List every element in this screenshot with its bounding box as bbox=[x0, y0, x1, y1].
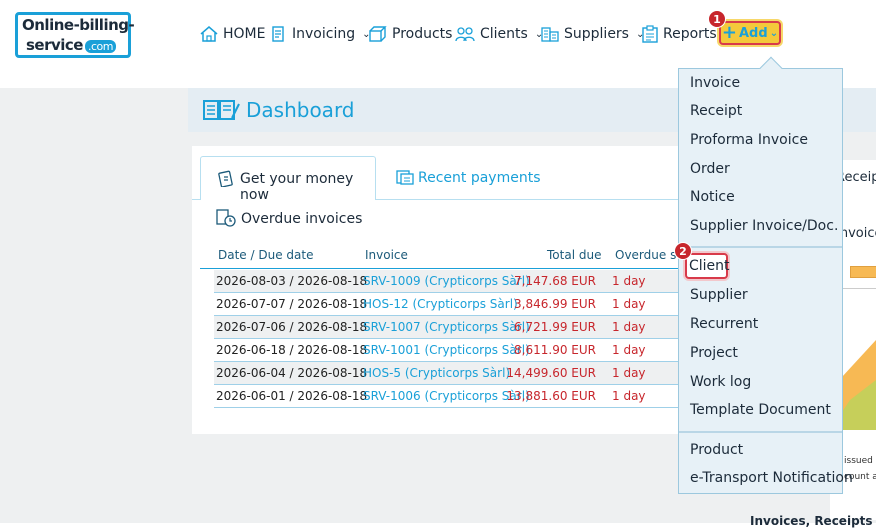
row-total: 3,846.99 EUR bbox=[514, 297, 596, 311]
nav-suppliers[interactable]: Suppliers ⌄ bbox=[541, 22, 644, 46]
home-icon bbox=[200, 26, 218, 42]
nav-home-label: HOME bbox=[223, 26, 266, 42]
tab-recent-payments[interactable]: Recent payments bbox=[418, 170, 541, 186]
payments-icon bbox=[396, 170, 414, 185]
row-total: 7,147.68 EUR bbox=[514, 274, 596, 288]
row-invoice-link[interactable]: SRV-1009 (Crypticorps Sàrl) bbox=[363, 274, 530, 288]
row-total: 6,721.99 EUR bbox=[514, 320, 596, 334]
add-dropdown-menu: Invoice Receipt Proforma Invoice Order N… bbox=[678, 56, 853, 494]
overdue-icon bbox=[216, 209, 236, 227]
row-date: 2026-07-07 / 2026-08-18 bbox=[216, 297, 368, 311]
add-button-label: Add bbox=[739, 25, 768, 41]
products-icon bbox=[369, 26, 387, 42]
menu-item-receipt[interactable]: Receipt bbox=[690, 103, 742, 119]
section-title: Overdue invoices bbox=[241, 211, 363, 227]
row-invoice-link[interactable]: SRV-1006 (Crypticorps Sàrl) bbox=[363, 389, 530, 403]
col-header-date[interactable]: Date / Due date bbox=[218, 248, 313, 262]
table-row: 2026-07-06 / 2026-08-18 SRV-1007 (Crypti… bbox=[214, 316, 680, 339]
menu-item-client[interactable]: Client bbox=[685, 253, 730, 279]
table-row: 2026-08-03 / 2026-08-18 SRV-1009 (Crypti… bbox=[214, 270, 680, 293]
logo-dotcom: .com bbox=[84, 40, 116, 53]
row-invoice-link[interactable]: HOS-12 (Crypticorps Sàrl) bbox=[363, 297, 518, 311]
menu-item-template-document[interactable]: Template Document bbox=[690, 402, 831, 418]
menu-item-e-transport-notification[interactable]: e-Transport Notification bbox=[690, 470, 853, 486]
nav-clients-label: Clients bbox=[480, 26, 528, 42]
clients-icon bbox=[455, 27, 475, 42]
nav-products-label: Products bbox=[392, 26, 453, 42]
menu-item-notice[interactable]: Notice bbox=[690, 189, 735, 205]
col-header-total[interactable]: Total due bbox=[547, 248, 601, 262]
nav-home[interactable]: HOME bbox=[200, 22, 265, 46]
row-overdue: 1 day bbox=[612, 320, 646, 334]
logo-line2: service .com bbox=[26, 36, 116, 54]
menu-item-recurrent[interactable]: Recurrent bbox=[690, 316, 758, 332]
tab-active-label: Get your money now bbox=[240, 171, 354, 203]
row-overdue: 1 day bbox=[612, 274, 646, 288]
legend-swatch bbox=[850, 266, 876, 278]
logo-line1: Online-billing- bbox=[22, 16, 135, 34]
invoice-icon bbox=[272, 26, 284, 42]
row-overdue: 1 day bbox=[612, 366, 646, 380]
row-overdue: 1 day bbox=[612, 389, 646, 403]
col-header-overdue[interactable]: Overdue since bbox=[615, 248, 677, 262]
row-date: 2026-06-04 / 2026-08-18 bbox=[216, 366, 368, 380]
step-badge-2: 2 bbox=[674, 242, 692, 260]
row-invoice-link[interactable]: SRV-1007 (Crypticorps Sàrl) bbox=[363, 320, 530, 334]
dashboard-icon bbox=[203, 100, 240, 120]
menu-item-client-label: Client bbox=[689, 258, 730, 274]
nav-invoicing[interactable]: Invoicing ⌄ bbox=[271, 22, 370, 46]
menu-separator bbox=[679, 431, 842, 433]
menu-item-supplier-invoice[interactable]: Supplier Invoice/Doc. bbox=[690, 218, 838, 234]
logo[interactable]: Online-billing- service .com bbox=[15, 12, 135, 58]
reports-icon bbox=[642, 25, 658, 43]
table-row: 2026-06-18 / 2026-08-18 SRV-1001 (Crypti… bbox=[214, 339, 680, 362]
menu-separator bbox=[679, 246, 842, 248]
suppliers-icon bbox=[541, 27, 559, 42]
menu-item-invoice[interactable]: Invoice bbox=[690, 75, 740, 91]
header-divider bbox=[200, 268, 680, 269]
table-row: 2026-06-04 / 2026-08-18 HOS-5 (Crypticor… bbox=[214, 362, 680, 385]
issued-text: issued and bbox=[844, 456, 876, 466]
row-overdue: 1 day bbox=[612, 343, 646, 357]
plus-icon: + bbox=[721, 22, 737, 43]
row-total: 8,611.90 EUR bbox=[514, 343, 596, 357]
nav-reports[interactable]: Reports bbox=[642, 22, 717, 46]
menu-item-supplier[interactable]: Supplier bbox=[690, 287, 748, 303]
menu-item-proforma-invoice[interactable]: Proforma Invoice bbox=[690, 132, 808, 148]
row-date: 2026-06-01 / 2026-08-18 bbox=[216, 389, 368, 403]
page-title: Dashboard bbox=[246, 98, 355, 122]
menu-item-work-log[interactable]: Work log bbox=[690, 374, 751, 390]
nav-reports-label: Reports bbox=[663, 26, 717, 42]
step-badge-1: 1 bbox=[708, 10, 726, 28]
nav-suppliers-label: Suppliers bbox=[564, 26, 629, 42]
add-button[interactable]: + Add ⌄ bbox=[719, 21, 781, 45]
nav-clients[interactable]: Clients ⌄ bbox=[455, 22, 543, 46]
chevron-down-icon: ⌄ bbox=[769, 27, 779, 39]
bottom-panel-title: Invoices, Receipts bbox=[750, 514, 873, 528]
nav-products[interactable]: Products bbox=[369, 22, 452, 46]
row-date: 2026-06-18 / 2026-08-18 bbox=[216, 343, 368, 357]
row-date: 2026-08-03 / 2026-08-18 bbox=[216, 274, 368, 288]
row-overdue: 1 day bbox=[612, 297, 646, 311]
row-total: 13,881.60 EUR bbox=[506, 389, 596, 403]
table-row: 2026-06-01 / 2026-08-18 SRV-1006 (Crypti… bbox=[214, 385, 680, 408]
row-total: 14,499.60 EUR bbox=[506, 366, 596, 380]
row-invoice-link[interactable]: HOS-5 (Crypticorps Sàrl) bbox=[363, 366, 510, 380]
tab-get-your-money-now[interactable]: Get your money now bbox=[200, 156, 376, 203]
col-header-invoice[interactable]: Invoice bbox=[365, 248, 408, 262]
nav-invoicing-label: Invoicing bbox=[292, 26, 356, 42]
table-row: 2026-07-07 / 2026-08-18 HOS-12 (Cryptico… bbox=[214, 293, 680, 316]
money-icon bbox=[218, 170, 233, 187]
row-date: 2026-07-06 / 2026-08-18 bbox=[216, 320, 368, 334]
menu-item-project[interactable]: Project bbox=[690, 345, 738, 361]
menu-item-product[interactable]: Product bbox=[690, 442, 743, 458]
row-invoice-link[interactable]: SRV-1001 (Crypticorps Sàrl) bbox=[363, 343, 530, 357]
menu-item-order[interactable]: Order bbox=[690, 161, 730, 177]
